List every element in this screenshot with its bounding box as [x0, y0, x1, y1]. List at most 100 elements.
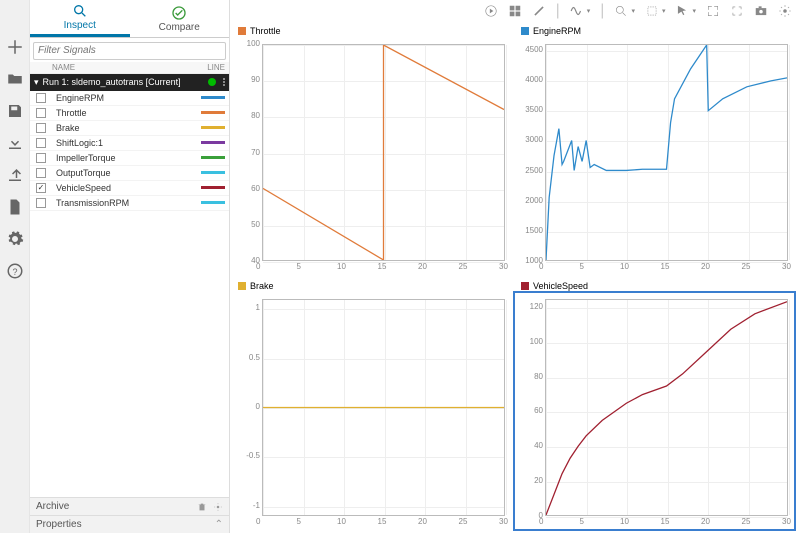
checkbox[interactable]	[36, 123, 46, 133]
import-icon[interactable]	[6, 134, 24, 152]
chart-title: EngineRPM	[533, 26, 581, 36]
chart-title: VehicleSpeed	[533, 281, 588, 291]
pointer-dropdown[interactable]: ▾	[675, 4, 696, 18]
checkbox[interactable]	[36, 153, 46, 163]
save-icon[interactable]	[6, 102, 24, 120]
toolbar: | ▾ | ▾ ▾ ▾	[230, 0, 800, 22]
tab-inspect-label: Inspect	[64, 20, 96, 31]
legend-swatch	[521, 282, 529, 290]
checkbox[interactable]	[36, 198, 46, 208]
signal-line-swatch	[201, 96, 225, 99]
signal-line-swatch	[201, 126, 225, 129]
document-icon[interactable]	[6, 198, 24, 216]
checkbox[interactable]	[36, 108, 46, 118]
status-dot-icon	[208, 78, 216, 86]
layout-icon[interactable]	[508, 4, 522, 18]
signal-row[interactable]: ImpellerTorque	[30, 151, 229, 166]
gear-icon[interactable]	[6, 230, 24, 248]
chart-vehiclespeed[interactable]: VehicleSpeed 051015202530020406080100120	[515, 279, 794, 530]
checkbox[interactable]	[36, 138, 46, 148]
signal-line-swatch	[201, 186, 225, 189]
svg-text:?: ?	[12, 267, 17, 277]
main: | ▾ | ▾ ▾ ▾ Throttle05101520253040506070…	[230, 0, 800, 533]
legend-swatch	[238, 282, 246, 290]
signal-row[interactable]: Throttle	[30, 106, 229, 121]
signal-row[interactable]: ✓ VehicleSpeed	[30, 181, 229, 196]
settings-icon[interactable]	[213, 502, 223, 512]
help-icon[interactable]: ?	[6, 262, 24, 280]
signal-line-swatch	[201, 156, 225, 159]
archive-label: Archive	[36, 501, 69, 512]
chart-grid: Throttle051015202530405060708090100Engin…	[230, 22, 800, 533]
legend-swatch	[521, 27, 529, 35]
pointer-icon	[675, 4, 689, 18]
run-label: Run 1: sldemo_autotrans [Current]	[43, 77, 181, 87]
signal-list: EngineRPM Throttle Brake ShiftLogic:1 Impell…	[30, 91, 229, 211]
plot-area[interactable]: 051015202530-1-0.500.51	[232, 293, 511, 530]
expand-icon: ⌃	[215, 519, 223, 530]
chart-title: Brake	[250, 281, 274, 291]
chart-throttle[interactable]: Throttle051015202530405060708090100	[232, 24, 511, 275]
signal-line-swatch	[201, 141, 225, 144]
plot-area[interactable]: 051015202530405060708090100	[232, 38, 511, 275]
camera-icon[interactable]	[754, 4, 768, 18]
clear-icon[interactable]	[532, 4, 546, 18]
properties-panel[interactable]: Properties ⌃	[30, 515, 229, 533]
signal-dropdown[interactable]: ▾	[570, 4, 591, 18]
signal-name: Brake	[52, 123, 201, 133]
archive-panel[interactable]: Archive	[30, 497, 229, 515]
wave-icon	[570, 4, 584, 18]
tab-compare[interactable]: Compare	[130, 0, 230, 37]
checkbox[interactable]	[36, 168, 46, 178]
signal-row[interactable]: ShiftLogic:1	[30, 136, 229, 151]
plot-area[interactable]: 0510152025301000150020002500300035004000…	[515, 38, 794, 275]
zoom-icon	[614, 4, 628, 18]
trash-icon[interactable]	[197, 502, 207, 512]
col-line: LINE	[195, 63, 225, 72]
expand-icon[interactable]	[706, 4, 720, 18]
signal-name: VehicleSpeed	[52, 183, 201, 193]
signal-name: ShiftLogic:1	[52, 138, 201, 148]
search-icon	[72, 3, 88, 19]
filter-wrap	[30, 38, 229, 62]
add-icon[interactable]	[6, 38, 24, 56]
sidebar-tabs: Inspect Compare	[30, 0, 229, 38]
signal-name: EngineRPM	[52, 93, 201, 103]
menu-icon[interactable]	[223, 78, 225, 86]
cursor-icon	[645, 4, 659, 18]
folder-icon[interactable]	[6, 70, 24, 88]
tab-compare-label: Compare	[159, 22, 200, 33]
signal-line-swatch	[201, 201, 225, 204]
plot-area[interactable]: 051015202530020406080100120	[515, 293, 794, 530]
zoom-dropdown[interactable]: ▾	[614, 4, 635, 18]
export-icon[interactable]	[6, 166, 24, 184]
run-icon[interactable]	[484, 4, 498, 18]
chart-brake[interactable]: Brake 051015202530-1-0.500.51	[232, 279, 511, 530]
col-name: NAME	[52, 63, 195, 72]
signal-name: Throttle	[52, 108, 201, 118]
checkbox[interactable]	[36, 93, 46, 103]
signal-name: TransmissionRPM	[52, 198, 201, 208]
properties-label: Properties	[36, 519, 82, 530]
run-row[interactable]: ▾ Run 1: sldemo_autotrans [Current]	[30, 74, 229, 91]
sidebar: Inspect Compare NAME LINE ▾ Run 1: sldem…	[30, 0, 230, 533]
fullscreen-icon[interactable]	[730, 4, 744, 18]
column-header: NAME LINE	[30, 62, 229, 74]
signal-line-swatch	[201, 171, 225, 174]
filter-input[interactable]	[33, 42, 226, 60]
legend-swatch	[238, 27, 246, 35]
chart-enginerpm[interactable]: EngineRPM 0510152025301000150020002500300…	[515, 24, 794, 275]
checkbox[interactable]: ✓	[36, 183, 46, 193]
collapse-icon: ▾	[34, 77, 39, 88]
signal-row[interactable]: TransmissionRPM	[30, 196, 229, 211]
signal-row[interactable]: Brake	[30, 121, 229, 136]
tab-inspect[interactable]: Inspect	[30, 0, 130, 37]
check-icon	[171, 5, 187, 21]
signal-row[interactable]: EngineRPM	[30, 91, 229, 106]
signal-row[interactable]: OutputTorque	[30, 166, 229, 181]
signal-name: OutputTorque	[52, 168, 201, 178]
left-icon-bar: ?	[0, 0, 30, 533]
cursor-dropdown[interactable]: ▾	[645, 4, 666, 18]
signal-line-swatch	[201, 111, 225, 114]
preferences-icon[interactable]	[778, 4, 792, 18]
